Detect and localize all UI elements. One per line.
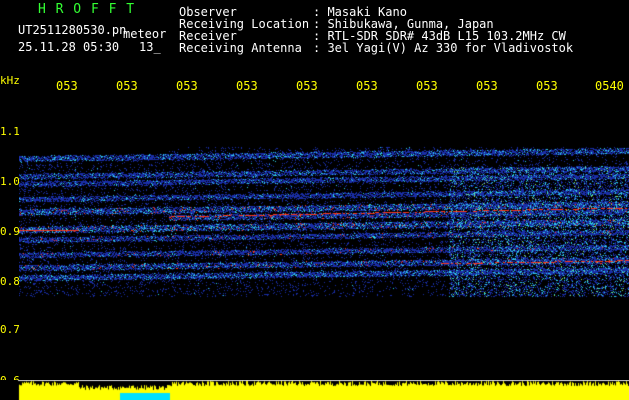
x-tick-1: 053 <box>56 79 78 93</box>
x-tick-6: 053 <box>356 79 378 93</box>
filename-label: UT2511280530.pn <box>18 23 127 37</box>
x-tick-4: 053 <box>236 79 258 93</box>
x-tick-10: 0540 <box>595 79 624 93</box>
y-label-1-0: 1.0 <box>0 175 20 188</box>
x-tick-3: 053 <box>176 79 198 93</box>
y-label-1-1: 1.1 <box>0 125 20 138</box>
meteor-label: meteor <box>123 27 167 41</box>
x-tick-5: 053 <box>296 79 318 93</box>
datetime-label: 25.11.28 05:30 <box>18 40 120 54</box>
count-label: 13_ <box>139 40 161 54</box>
x-tick-7: 053 <box>416 79 438 93</box>
antenna-label: Receiving Antenna <box>179 41 302 55</box>
signal-level-bar <box>0 380 629 400</box>
spectrogram-canvas <box>19 97 629 380</box>
app-logo: H R O F F T <box>38 2 136 17</box>
y-label-0-7: 0.7 <box>0 323 20 336</box>
x-tick-2: 053 <box>116 79 138 93</box>
y-label-0-9: 0.9 <box>0 225 20 238</box>
y-label-0-8: 0.8 <box>0 275 20 288</box>
antenna-value: : 3el Yagi(V) Az 330 for Vladivostok <box>313 41 574 55</box>
axis-unit-label: kHz <box>0 74 20 87</box>
x-tick-9: 053 <box>536 79 558 93</box>
x-tick-8: 053 <box>476 79 498 93</box>
